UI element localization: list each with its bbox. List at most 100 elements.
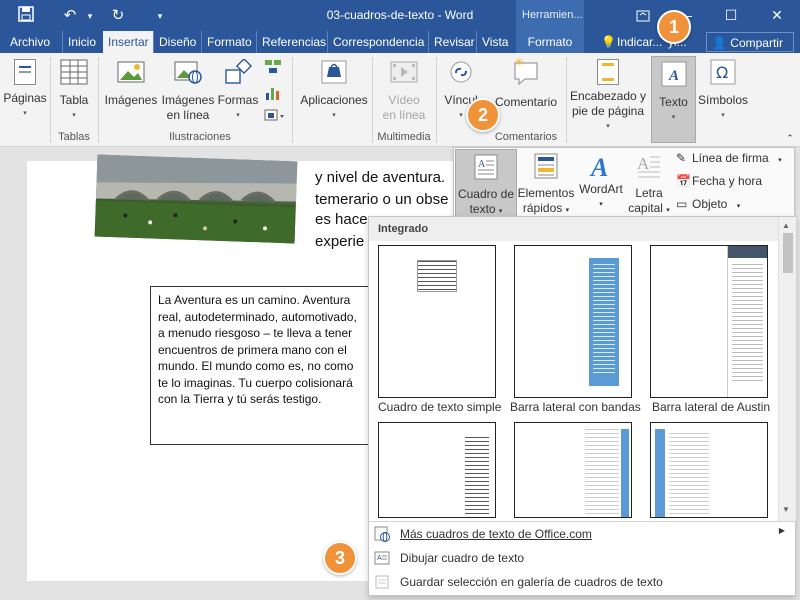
- close-button[interactable]: ✕: [754, 0, 800, 31]
- aplicaciones-label: Aplicaciones: [300, 93, 368, 107]
- thumb-austin-bar: [727, 246, 767, 397]
- calendar-icon: 📅: [676, 174, 691, 188]
- gallery-item-simple[interactable]: [378, 245, 496, 398]
- group-label-comentarios: Comentarios: [494, 131, 558, 143]
- gallery-item-4[interactable]: [378, 422, 496, 518]
- video-en-linea-button[interactable]: Vídeo en línea: [378, 59, 430, 123]
- separator: [292, 57, 293, 143]
- draw-textbox-label: Dibujar cuadro de texto: [400, 551, 525, 565]
- linea-de-firma-button[interactable]: ✎ Línea de firma ▾: [676, 151, 792, 168]
- chart-icon: [262, 85, 284, 105]
- smartart-button[interactable]: [262, 59, 284, 85]
- photo-image[interactable]: [94, 154, 298, 244]
- share-button[interactable]: 👤 Compartir: [706, 32, 794, 52]
- wordart-icon: A: [588, 153, 614, 182]
- objeto-button[interactable]: ▭ Objeto ▾: [676, 197, 776, 214]
- aplicaciones-button[interactable]: Aplicaciones ▾: [298, 59, 370, 123]
- wordart-button[interactable]: A WordArt ▾: [576, 153, 626, 212]
- callout-2: 2: [466, 98, 500, 132]
- fecha-y-hora-button[interactable]: 📅Fecha y hora: [676, 174, 776, 189]
- elementos-rapidos-button[interactable]: Elementos rápidos ▾: [516, 153, 576, 218]
- shapes-icon: [217, 57, 259, 89]
- simbolos-button[interactable]: Ω Símbolos ▾: [698, 59, 748, 123]
- video-label-1: Vídeo: [388, 93, 420, 107]
- svg-text:✳: ✳: [514, 57, 524, 69]
- collapse-ribbon-icon[interactable]: ⌃: [784, 131, 796, 146]
- draw-textbox-menu-item[interactable]: A Dibujar cuadro de texto: [369, 546, 795, 570]
- tabla-button[interactable]: Tabla ▾: [54, 59, 94, 123]
- formas-label: Formas: [217, 93, 259, 107]
- office-globe-icon: [374, 526, 390, 542]
- gallery-item-5[interactable]: [514, 422, 632, 518]
- paginas-button[interactable]: Páginas ▾: [2, 59, 48, 121]
- tab-correspondencia[interactable]: Correspondencia: [327, 31, 429, 53]
- thumb-4-preview: [465, 437, 489, 517]
- comentario-button[interactable]: ✳ Comentario: [492, 55, 560, 110]
- scroll-up-icon[interactable]: ▲: [782, 221, 790, 230]
- letra-capital-button[interactable]: A Letra capital ▾: [626, 153, 672, 218]
- objeto-label: Objeto: [692, 197, 728, 211]
- imagenes-en-linea-button[interactable]: Imágenes en línea: [159, 59, 217, 123]
- gallery-header: Integrado: [369, 217, 779, 241]
- encabezado-pie-button[interactable]: Encabezado y pie de página ▾: [566, 59, 650, 134]
- formas-button[interactable]: Formas ▾: [217, 57, 259, 123]
- save-selection-label: Guardar selección en galería de cuadros …: [400, 575, 663, 589]
- tab-referencias[interactable]: Referencias: [256, 31, 331, 53]
- link-icon: [438, 59, 484, 89]
- scroll-down-icon[interactable]: ▼: [782, 505, 790, 514]
- screenshot-button[interactable]: [262, 109, 288, 131]
- tab-revisar[interactable]: Revisar: [428, 31, 480, 53]
- gallery-scrollbar[interactable]: ▲ ▼: [778, 217, 796, 521]
- tab-diseno[interactable]: Diseño: [153, 31, 201, 53]
- texto-label: Texto: [659, 95, 688, 109]
- svg-text:A: A: [637, 154, 650, 173]
- doc-line-2: temerario o un obse: [315, 191, 449, 208]
- encabezado-label-1: Encabezado y: [569, 89, 647, 103]
- tab-formato-contextual[interactable]: Formato: [516, 31, 584, 53]
- comment-icon: ✳: [492, 55, 560, 91]
- screenshot-icon: [262, 109, 288, 127]
- gallery-item-bandas[interactable]: [514, 245, 632, 398]
- tab-insertar[interactable]: Insertar: [103, 31, 154, 53]
- context-tools-label: Herramien...: [516, 0, 584, 31]
- more-textboxes-menu-item[interactable]: Más cuadros de texto de Office.com ▶: [369, 522, 795, 546]
- separator: [436, 57, 437, 143]
- gallery-caption-austin: Barra lateral de Austin: [652, 400, 771, 414]
- doc-line-3: es hace: [315, 211, 368, 228]
- person-icon: 👤: [712, 36, 727, 50]
- gallery-item-austin[interactable]: [650, 245, 768, 398]
- svg-text:A: A: [589, 153, 608, 179]
- textbox-gallery: Integrado Cuadro de texto simple Barra l…: [368, 216, 796, 596]
- signature-line-icon: ✎: [676, 151, 687, 165]
- drop-cap-icon: A: [636, 153, 662, 183]
- tab-formato[interactable]: Formato: [201, 31, 257, 53]
- cuadro-de-texto-button[interactable]: A Cuadro de texto ▾: [455, 149, 517, 217]
- linea-firma-label: Línea de firma: [692, 151, 769, 165]
- imagenes-button[interactable]: Imágenes: [104, 59, 158, 108]
- chart-button[interactable]: [262, 85, 284, 109]
- document-textbox[interactable]: La Aventura es un camino. Aventura real,…: [150, 286, 372, 445]
- restore-button[interactable]: ☐: [708, 0, 754, 31]
- elementos-label-2: rápidos: [522, 201, 563, 215]
- pages-icon: [14, 59, 36, 85]
- gallery-item-6[interactable]: [650, 422, 768, 518]
- scroll-thumb[interactable]: [783, 233, 793, 273]
- tab-archivo[interactable]: Archivo: [5, 31, 55, 53]
- thumb-5-bar: [621, 429, 629, 517]
- tabla-label: Tabla: [59, 93, 89, 107]
- tab-inicio[interactable]: Inicio: [62, 31, 101, 53]
- save-selection-icon: [374, 574, 390, 590]
- save-selection-menu-item[interactable]: Guardar selección en galería de cuadros …: [369, 570, 795, 594]
- svg-text:Ω: Ω: [716, 63, 728, 82]
- texto-button[interactable]: A Texto ▾: [651, 56, 696, 143]
- separator: [98, 57, 99, 143]
- encabezado-label-2: pie de página: [571, 104, 645, 118]
- letra-label-2: capital: [628, 201, 663, 215]
- gallery-caption-bandas: Barra lateral con bandas: [510, 400, 641, 414]
- video-label-2: en línea: [382, 108, 426, 122]
- draw-textbox-icon: A: [374, 550, 390, 566]
- thumb-simple-preview: [417, 260, 457, 292]
- tab-vista[interactable]: Vista: [476, 31, 513, 53]
- text-group-panel: A Cuadro de texto ▾ Elementos rápidos ▾ …: [453, 147, 795, 217]
- wordart-label: WordArt: [579, 182, 623, 196]
